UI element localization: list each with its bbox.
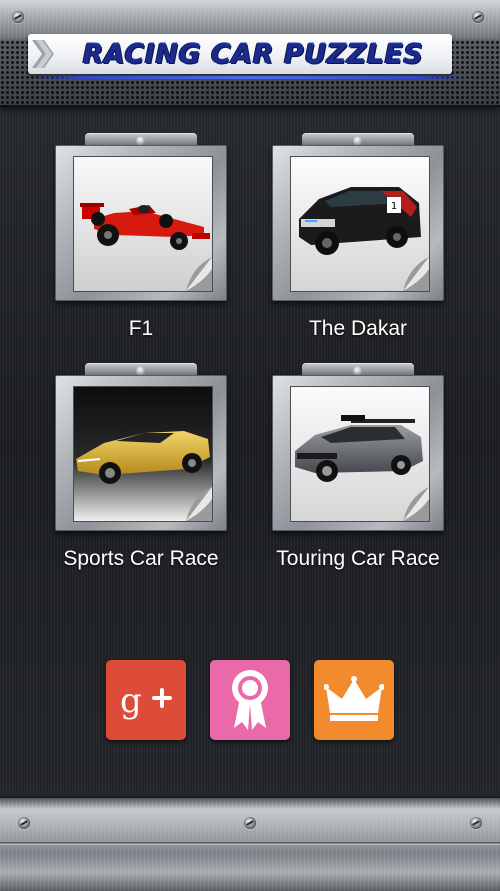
achievements-button[interactable] — [210, 660, 290, 740]
puzzle-card-f1[interactable]: F1 — [55, 133, 227, 343]
screw-icon — [470, 817, 482, 829]
puzzle-label: Sports Car Race — [63, 547, 219, 570]
google-plus-button[interactable]: g — [106, 660, 186, 740]
screw-icon — [244, 817, 256, 829]
puzzle-card-the-dakar[interactable]: 1 The Dakar — [272, 133, 444, 343]
puzzle-card-sports-car-race[interactable]: Sports Car Race — [55, 363, 227, 573]
page-title: RACING CAR PUZZLES — [82, 38, 424, 70]
yellow-lamborghini-image — [73, 386, 213, 522]
svg-text:1: 1 — [391, 201, 397, 212]
card-frame: 1 — [272, 145, 444, 301]
google-plus-icon: g — [120, 681, 172, 721]
leaderboard-button[interactable] — [314, 660, 394, 740]
black-rally-suv-image: 1 — [290, 156, 430, 292]
screw-icon — [18, 817, 30, 829]
crown-icon — [324, 676, 384, 721]
svg-text:g: g — [120, 681, 142, 721]
ribbon-award-icon — [232, 670, 268, 730]
grey-saab-touring-car-image — [290, 386, 430, 522]
card-frame — [55, 145, 227, 301]
footer-groove — [0, 842, 500, 845]
puzzle-label: F1 — [128, 317, 154, 340]
puzzle-label: The Dakar — [308, 317, 408, 340]
puzzle-card-touring-car-race[interactable]: Touring Car Race — [272, 363, 444, 573]
screw-icon — [472, 11, 484, 23]
title-banner: RACING CAR PUZZLES — [28, 34, 452, 74]
title-underline — [30, 76, 470, 79]
chevron-right-icon — [32, 40, 54, 68]
puzzle-label: Touring Car Race — [276, 547, 440, 570]
bottom-metal-bar — [0, 796, 500, 891]
card-frame — [55, 375, 227, 531]
red-formula-one-car-image — [73, 156, 213, 292]
card-frame — [272, 375, 444, 531]
screw-icon — [12, 11, 24, 23]
